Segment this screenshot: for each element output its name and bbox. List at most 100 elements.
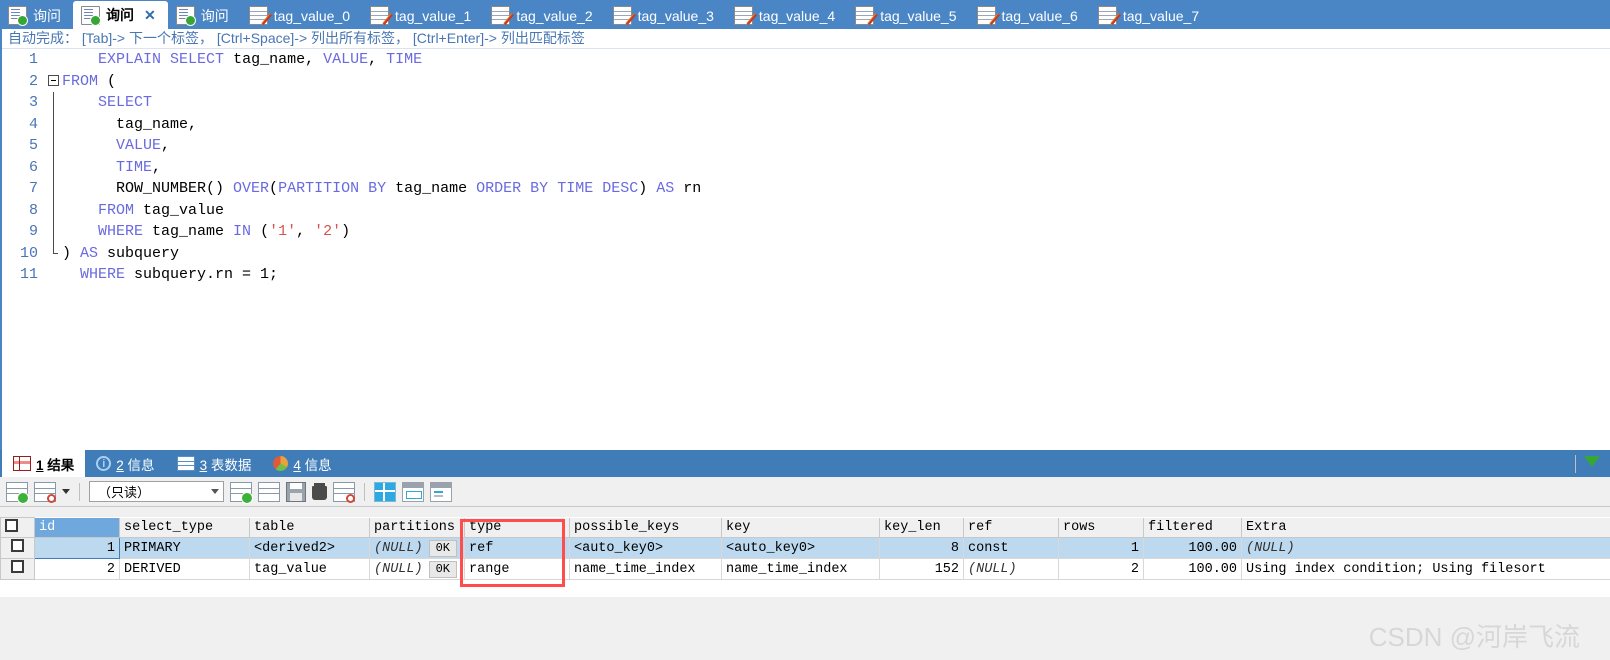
code-line[interactable]: 3 SELECT (2, 92, 1610, 114)
fold-column[interactable] (46, 92, 62, 114)
editor-tab-9[interactable]: tag_value_6 (969, 2, 1090, 29)
result-tab-2[interactable]: i 2 信息 (85, 450, 165, 477)
code-line[interactable]: 5 VALUE, (2, 135, 1610, 157)
sql-editor-panel[interactable]: 自动完成： [Tab]-> 下一个标签， [Ctrl+Space]-> 列出所有… (0, 29, 1610, 450)
table-row[interactable]: 2 DERIVED tag_value (NULL) 0K range name_time_… (0, 558, 1610, 580)
cell-partitions[interactable]: (NULL) 0K (369, 558, 465, 580)
cell-rows[interactable]: 1 (1058, 537, 1144, 559)
grid-view-icon[interactable] (374, 481, 396, 502)
code-line[interactable]: 2 FROM ( (2, 71, 1610, 93)
cell-key_len[interactable]: 8 (879, 537, 964, 559)
editor-tab-10[interactable]: tag_value_7 (1090, 2, 1211, 29)
cell-ref[interactable]: const (963, 537, 1059, 559)
fold-column[interactable] (46, 264, 62, 286)
cancel-record-icon[interactable] (333, 481, 355, 503)
row-checkbox-cell[interactable] (0, 537, 35, 559)
add-record-icon[interactable] (230, 481, 253, 504)
column-header-key_len[interactable]: key_len (879, 517, 964, 538)
cell-table[interactable]: <derived2> (249, 537, 370, 559)
editor-tab-2[interactable]: 询问 (168, 2, 241, 29)
result-tab-bar[interactable]: 1 结果 i 2 信息 3 表数据 4 信息 (0, 450, 1610, 477)
column-header-filtered[interactable]: filtered (1143, 517, 1242, 538)
code-line[interactable]: 6 TIME, (2, 156, 1610, 178)
fold-column[interactable] (46, 49, 62, 71)
cell-possible_keys[interactable]: name_time_index (569, 558, 722, 580)
cell-rows[interactable]: 2 (1058, 558, 1144, 580)
result-tab-4[interactable]: 4 信息 (262, 450, 342, 477)
result-tab-1[interactable]: 1 结果 (2, 450, 86, 477)
editor-tab-bar[interactable]: 询问 询问 ✕ 询问 tag_value_0 tag_value_1 tag_value_2… (0, 0, 1610, 30)
delete-icon[interactable] (312, 483, 327, 500)
cell-table[interactable]: tag_value (249, 558, 370, 580)
column-header-type[interactable]: type (464, 517, 570, 538)
row-checkbox-cell[interactable] (0, 558, 35, 580)
cell-possible_keys[interactable]: <auto_key0> (569, 537, 722, 559)
partitions-ok-button[interactable]: 0K (428, 560, 458, 578)
cell-key_len[interactable]: 152 (879, 558, 964, 580)
code-line[interactable]: 11 WHERE subquery.rn = 1; (2, 264, 1610, 286)
fold-column[interactable] (46, 178, 62, 200)
column-header-key[interactable]: key (721, 517, 880, 538)
editor-tab-8[interactable]: tag_value_5 (847, 2, 968, 29)
column-header-partitions[interactable]: partitions (369, 517, 465, 538)
detail-view-icon[interactable] (430, 481, 452, 502)
save-icon[interactable] (286, 481, 306, 502)
cell-id[interactable]: 1 (34, 537, 120, 559)
table-header-row[interactable]: id select_type table partitions type possible… (0, 517, 1610, 538)
explain-result-grid[interactable]: id select_type table partitions type possible… (0, 517, 1610, 597)
row-checkbox[interactable] (11, 539, 24, 552)
cell-id[interactable]: 2 (34, 558, 120, 580)
editor-tab-0[interactable]: 询问 (0, 2, 73, 29)
filter-icon[interactable] (1584, 456, 1600, 467)
code-line[interactable]: 1 EXPLAIN SELECT tag_name, VALUE, TIME (2, 49, 1610, 71)
fold-column[interactable] (46, 242, 62, 265)
grid-toolbar[interactable]: （只读） (0, 455, 1610, 507)
code-line[interactable]: 9 WHERE tag_name IN ('1', '2') (2, 221, 1610, 243)
fold-column[interactable] (46, 156, 62, 178)
fold-column[interactable] (46, 135, 62, 157)
code-line[interactable]: 10) AS subquery (2, 242, 1610, 265)
new-record-icon[interactable] (6, 481, 29, 504)
apply-changes-icon[interactable] (258, 481, 280, 502)
row-checkbox[interactable] (11, 560, 24, 573)
column-header-ref[interactable]: ref (963, 517, 1059, 538)
cell-filtered[interactable]: 100.00 (1143, 558, 1242, 580)
fold-column[interactable] (46, 221, 62, 243)
cell-ref[interactable]: (NULL) (963, 558, 1059, 580)
chevron-down-icon[interactable] (62, 489, 70, 494)
select-all-checkbox-cell[interactable] (0, 517, 35, 538)
cell-type[interactable]: range (464, 558, 570, 580)
column-header-id[interactable]: id (34, 517, 120, 538)
form-view-icon[interactable] (402, 481, 424, 502)
editor-tab-6[interactable]: tag_value_3 (605, 2, 726, 29)
editor-tab-3[interactable]: tag_value_0 (241, 2, 362, 29)
column-header-table[interactable]: table (249, 517, 370, 538)
fold-collapse-icon[interactable] (48, 74, 59, 86)
result-tab-3[interactable]: 3 表数据 (166, 450, 263, 477)
partitions-ok-button[interactable]: 0K (428, 539, 458, 557)
cell-partitions[interactable]: (NULL) 0K (369, 537, 465, 559)
cell-Extra[interactable]: Using index condition; Using filesort (1241, 558, 1610, 580)
cell-Extra[interactable]: (NULL) (1241, 537, 1610, 559)
sql-code-area[interactable]: 1 EXPLAIN SELECT tag_name, VALUE, TIME 2 F… (2, 49, 1610, 286)
grid-dropdown-icon[interactable] (34, 481, 56, 503)
readonly-mode-select[interactable]: （只读） (89, 481, 224, 502)
column-header-possible_keys[interactable]: possible_keys (569, 517, 722, 538)
cell-select_type[interactable]: PRIMARY (119, 537, 250, 559)
editor-tab-7[interactable]: tag_value_4 (726, 2, 847, 29)
table-row[interactable]: 1 PRIMARY <derived2> (NULL) 0K ref <auto_key0>… (0, 537, 1610, 559)
code-line[interactable]: 7 ROW_NUMBER() OVER(PARTITION BY tag_nam… (2, 178, 1610, 200)
column-header-Extra[interactable]: Extra (1241, 517, 1610, 538)
editor-tab-4[interactable]: tag_value_1 (362, 2, 483, 29)
fold-column[interactable] (46, 113, 62, 135)
editor-tab-1[interactable]: 询问 ✕ (73, 1, 168, 29)
cell-key[interactable]: name_time_index (721, 558, 880, 580)
close-icon[interactable]: ✕ (144, 7, 156, 24)
column-header-select_type[interactable]: select_type (119, 517, 250, 538)
cell-filtered[interactable]: 100.00 (1143, 537, 1242, 559)
editor-tab-5[interactable]: tag_value_2 (483, 2, 604, 29)
cell-type[interactable]: ref (464, 537, 570, 559)
select-all-checkbox[interactable] (5, 518, 18, 532)
code-line[interactable]: 4 tag_name, (2, 113, 1610, 135)
fold-column[interactable] (46, 71, 62, 93)
